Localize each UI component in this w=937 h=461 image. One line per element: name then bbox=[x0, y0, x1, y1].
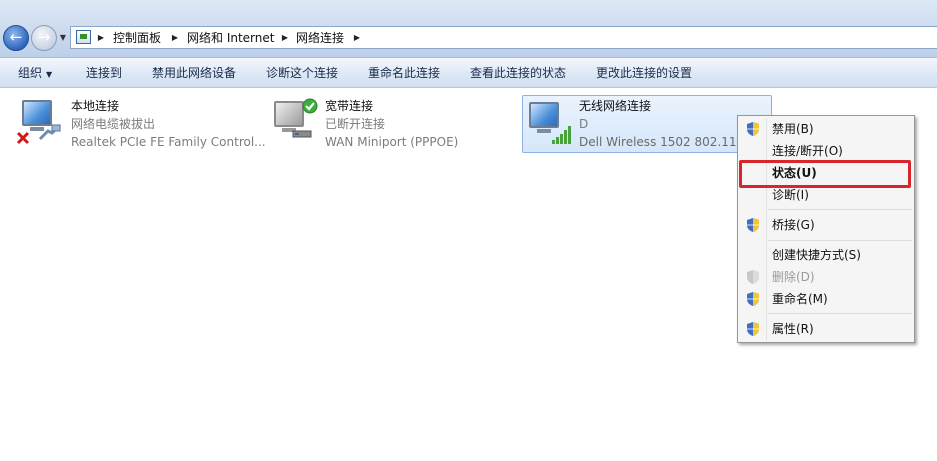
recent-pages-dropdown[interactable]: ▼ bbox=[58, 32, 68, 44]
wired-network-disconnected-icon bbox=[14, 95, 64, 151]
uac-shield-icon bbox=[747, 270, 759, 284]
menu-item-bridge[interactable]: 桥接(G) bbox=[740, 214, 912, 236]
breadcrumb-chevron-icon[interactable]: ▶ bbox=[353, 30, 361, 46]
breadcrumb-network-internet[interactable]: 网络和 Internet bbox=[187, 30, 274, 46]
menu-separator bbox=[768, 313, 912, 314]
menu-item-rename[interactable]: 重命名(M) bbox=[740, 288, 912, 310]
arrow-left-icon: ← bbox=[9, 28, 23, 46]
wireless-network-icon bbox=[523, 96, 573, 152]
menu-item-disable[interactable]: 禁用(B) bbox=[740, 118, 912, 140]
menu-item-label: 属性(R) bbox=[772, 322, 814, 336]
context-menu: 禁用(B) 连接/断开(O) 状态(U) 诊断(I) 桥接(G) 创建快捷方式(… bbox=[737, 115, 915, 343]
status-highlight-annotation bbox=[739, 160, 911, 188]
uac-shield-icon bbox=[747, 322, 759, 336]
connection-item-local[interactable]: 本地连接 网络电缆被拔出 Realtek PCIe FE Family Cont… bbox=[14, 95, 266, 153]
breadcrumb-control-panel[interactable]: 控制面板 bbox=[113, 30, 161, 46]
network-connections-window: ← → ▼ ▶ 控制面板 ▶ 网络和 Internet ▶ 网络连接 ▶ 组织 ▼… bbox=[0, 0, 937, 461]
connection-device: WAN Miniport (PPPOE) bbox=[325, 135, 459, 149]
breadcrumb-network-connections[interactable]: 网络连接 bbox=[296, 30, 344, 46]
menu-item-label: 删除(D) bbox=[772, 270, 815, 284]
breadcrumb-chevron-icon[interactable]: ▶ bbox=[171, 30, 179, 46]
menu-separator bbox=[768, 240, 912, 241]
uac-shield-icon bbox=[747, 122, 759, 136]
change-settings-button[interactable]: 更改此连接的设置 bbox=[596, 65, 692, 81]
menu-item-connect-disconnect[interactable]: 连接/断开(O) bbox=[740, 140, 912, 162]
disable-device-button[interactable]: 禁用此网络设备 bbox=[152, 65, 236, 81]
broadband-connection-icon bbox=[270, 95, 320, 151]
view-status-button[interactable]: 查看此连接的状态 bbox=[470, 65, 566, 81]
back-button[interactable]: ← bbox=[3, 25, 29, 51]
connection-item-broadband[interactable]: 宽带连接 已断开连接 WAN Miniport (PPPOE) bbox=[270, 95, 490, 153]
connection-item-wireless[interactable]: 无线网络连接 D Dell Wireless 1502 802.11b/ bbox=[522, 95, 772, 153]
menu-item-delete: 删除(D) bbox=[740, 266, 912, 288]
menu-item-create-shortcut[interactable]: 创建快捷方式(S) bbox=[740, 244, 912, 266]
menu-item-label: 禁用(B) bbox=[772, 122, 814, 136]
connect-to-button[interactable]: 连接到 bbox=[86, 65, 122, 81]
organize-menu-button[interactable]: 组织 ▼ bbox=[18, 65, 52, 81]
connection-status: D bbox=[579, 117, 589, 131]
control-panel-icon bbox=[76, 30, 91, 44]
menu-item-properties[interactable]: 属性(R) bbox=[740, 318, 912, 340]
chevron-down-icon: ▼ bbox=[46, 70, 53, 79]
address-bar-region: ← → ▼ ▶ 控制面板 ▶ 网络和 Internet ▶ 网络连接 ▶ bbox=[0, 0, 937, 58]
rename-connection-button[interactable]: 重命名此连接 bbox=[368, 65, 440, 81]
uac-shield-icon bbox=[747, 292, 759, 306]
organize-label: 组织 bbox=[18, 66, 43, 80]
arrow-right-icon: → bbox=[37, 28, 51, 46]
connection-status: 网络电缆被拔出 bbox=[71, 117, 156, 131]
connection-device: Dell Wireless 1502 802.11b/ bbox=[579, 135, 749, 149]
menu-item-label: 重命名(M) bbox=[772, 292, 828, 306]
menu-item-label: 桥接(G) bbox=[772, 218, 815, 232]
menu-item-label: 创建快捷方式(S) bbox=[772, 248, 861, 262]
breadcrumb-chevron-icon[interactable]: ▶ bbox=[281, 30, 289, 46]
connection-status: 已断开连接 bbox=[325, 117, 386, 131]
command-bar: 组织 ▼ 连接到 禁用此网络设备 诊断这个连接 重命名此连接 查看此连接的状态 更… bbox=[0, 58, 937, 88]
connection-name: 本地连接 bbox=[71, 99, 120, 113]
diagnose-connection-button[interactable]: 诊断这个连接 bbox=[266, 65, 338, 81]
menu-separator bbox=[768, 209, 912, 210]
uac-shield-icon bbox=[747, 218, 759, 232]
forward-button[interactable]: → bbox=[31, 25, 57, 51]
menu-item-label: 诊断(I) bbox=[772, 188, 809, 202]
connection-name: 宽带连接 bbox=[325, 99, 374, 113]
connection-name: 无线网络连接 bbox=[579, 99, 652, 113]
breadcrumb-chevron-icon[interactable]: ▶ bbox=[97, 30, 105, 46]
connection-device: Realtek PCIe FE Family Control... bbox=[71, 135, 266, 149]
menu-item-label: 连接/断开(O) bbox=[772, 144, 843, 158]
address-field[interactable]: ▶ 控制面板 ▶ 网络和 Internet ▶ 网络连接 ▶ bbox=[70, 26, 937, 49]
